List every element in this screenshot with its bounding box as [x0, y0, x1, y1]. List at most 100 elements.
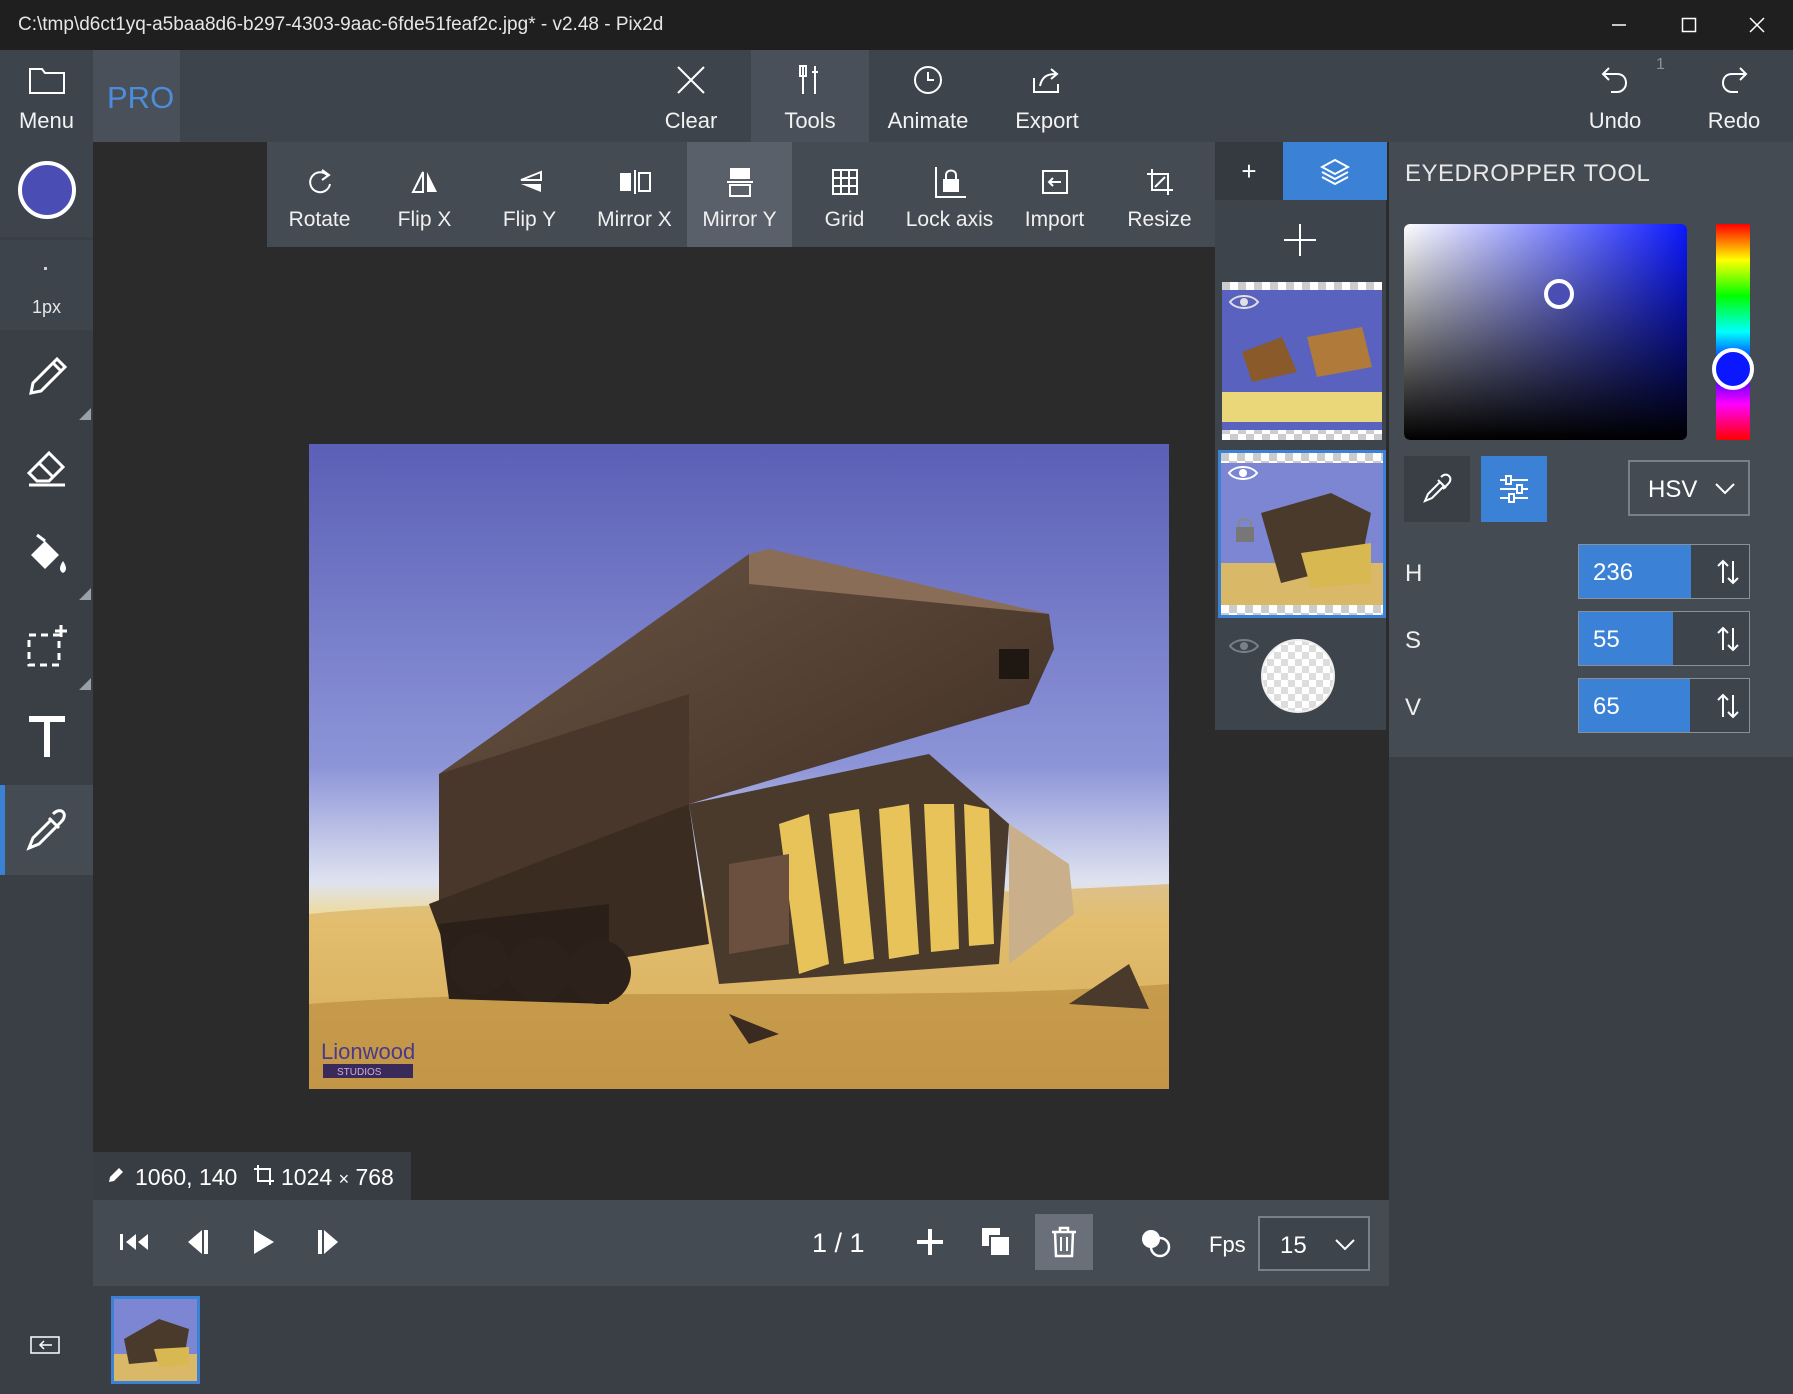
hue-input[interactable]: 236	[1578, 544, 1750, 599]
layer-thumbnail-3[interactable]	[1220, 628, 1384, 724]
collapse-panel-button[interactable]	[30, 1334, 62, 1356]
grid-button[interactable]: Grid	[792, 142, 897, 247]
redo-label: Redo	[1707, 108, 1761, 133]
fill-tool-button[interactable]	[0, 512, 93, 602]
flip-y-button[interactable]: Flip Y	[477, 142, 582, 247]
brush-size-dot	[44, 267, 47, 270]
mirror-x-label: Mirror X	[597, 208, 672, 231]
color-swatch-button[interactable]	[0, 142, 93, 237]
animate-button[interactable]: Animate	[869, 50, 987, 142]
canvas-image[interactable]: Lionwood STUDIOS	[309, 444, 1169, 1089]
watermark-subtext: STUDIOS	[337, 1067, 382, 1078]
lock-icon[interactable]	[1233, 515, 1257, 545]
duplicate-icon	[982, 1228, 1011, 1257]
trash-icon	[1052, 1226, 1076, 1258]
flip-x-button[interactable]: Flip X	[372, 142, 477, 247]
first-frame-button[interactable]	[118, 1228, 152, 1256]
next-frame-button[interactable]	[314, 1226, 344, 1258]
import-button[interactable]: Import	[1002, 142, 1107, 247]
mirror-y-button[interactable]: Mirror Y	[687, 142, 792, 247]
eyedropper-icon	[1423, 473, 1452, 503]
tools-label: Tools	[784, 108, 836, 133]
flip-y-label: Flip Y	[502, 208, 557, 231]
folder-icon	[28, 62, 66, 98]
pencil-tool-button[interactable]	[0, 332, 93, 422]
minimize-icon	[1612, 24, 1626, 26]
export-button[interactable]: Export	[988, 50, 1106, 142]
up-down-arrows-icon[interactable]	[1715, 557, 1741, 587]
layers-icon	[1320, 158, 1350, 185]
color-sliders-button[interactable]	[1481, 456, 1547, 522]
lock-axis-button[interactable]: Lock axis	[897, 142, 1002, 247]
minimize-button[interactable]	[1585, 0, 1653, 50]
undo-label: Undo	[1588, 108, 1642, 133]
artwork: Lionwood STUDIOS	[309, 444, 1169, 1089]
more-options-indicator	[79, 408, 91, 420]
plus-icon	[1284, 224, 1316, 256]
sv-picker-handle[interactable]	[1544, 279, 1574, 309]
previous-frame-button[interactable]	[182, 1226, 212, 1258]
active-indicator	[0, 785, 5, 875]
add-layer-small-button[interactable]: +	[1215, 142, 1283, 200]
eyedropper-button[interactable]	[1404, 456, 1470, 522]
rotate-button[interactable]: Rotate	[267, 142, 372, 247]
menu-button[interactable]: Menu	[0, 50, 93, 142]
hue-slider[interactable]	[1712, 224, 1754, 440]
import-label: Import	[1024, 208, 1085, 231]
saturation-value-picker[interactable]	[1404, 224, 1687, 440]
menu-label: Menu	[18, 108, 75, 133]
up-down-arrows-icon[interactable]	[1715, 624, 1741, 654]
import-icon	[1040, 166, 1070, 198]
hue-slider-handle[interactable]	[1712, 348, 1754, 390]
fps-label: Fps	[1209, 1232, 1246, 1257]
eyedropper-icon	[25, 809, 66, 851]
layer-thumbnail-1[interactable]	[1220, 280, 1384, 442]
resize-button[interactable]: Resize	[1107, 142, 1212, 247]
mirror-x-icon	[618, 166, 652, 198]
close-icon	[1749, 17, 1765, 33]
timeline-bar	[93, 1200, 1389, 1286]
saturation-label: S	[1405, 627, 1422, 654]
brush-size-button[interactable]: 1px	[0, 240, 93, 330]
layer-thumbnail-2[interactable]	[1218, 450, 1386, 618]
value-input[interactable]: 65	[1578, 678, 1750, 733]
frame-preview	[114, 1299, 197, 1381]
redo-button[interactable]: Redo	[1675, 50, 1793, 142]
add-frame-button[interactable]	[914, 1226, 946, 1258]
up-down-arrows-icon[interactable]	[1715, 691, 1741, 721]
pro-label: PRO	[107, 80, 175, 115]
step-forward-icon	[318, 1230, 338, 1254]
selection-tool-button[interactable]	[0, 602, 93, 692]
layers-tab[interactable]	[1283, 142, 1387, 200]
frame-thumbnail[interactable]	[111, 1296, 200, 1384]
crop-icon	[254, 1165, 274, 1185]
delete-frame-button[interactable]	[1035, 1214, 1093, 1270]
text-tool-button[interactable]	[0, 692, 93, 782]
onion-skin-button[interactable]	[1140, 1227, 1172, 1259]
clear-button[interactable]: Clear	[632, 50, 750, 142]
eye-icon[interactable]	[1228, 292, 1260, 312]
lock-axis-label: Lock axis	[905, 208, 994, 231]
lock-axis-icon	[932, 166, 968, 198]
window-title: C:\tmp\d6ct1yq-a5baa8d6-b297-4303-9aac-6…	[18, 14, 664, 35]
maximize-button[interactable]	[1655, 0, 1723, 50]
fps-select[interactable]: 15	[1258, 1216, 1370, 1271]
add-layer-button[interactable]	[1280, 220, 1320, 260]
mirror-x-button[interactable]: Mirror X	[582, 142, 687, 247]
duplicate-frame-button[interactable]	[980, 1226, 1012, 1258]
hue-label: H	[1405, 560, 1423, 587]
eye-icon[interactable]	[1228, 636, 1260, 656]
color-mode-select[interactable]: HSV	[1628, 460, 1750, 516]
rotate-icon	[306, 166, 334, 198]
eye-icon[interactable]	[1227, 463, 1259, 483]
step-back-icon	[188, 1230, 208, 1254]
close-button[interactable]	[1723, 0, 1791, 50]
tools-button[interactable]: Tools	[751, 50, 869, 142]
eyedropper-tool-button[interactable]	[0, 785, 93, 875]
brush-size-label: 1px	[31, 297, 62, 317]
pencil-icon	[109, 1168, 123, 1182]
more-options-indicator	[79, 588, 91, 600]
saturation-input[interactable]: 55	[1578, 611, 1750, 666]
eraser-tool-button[interactable]	[0, 422, 93, 512]
play-button[interactable]	[250, 1226, 278, 1258]
